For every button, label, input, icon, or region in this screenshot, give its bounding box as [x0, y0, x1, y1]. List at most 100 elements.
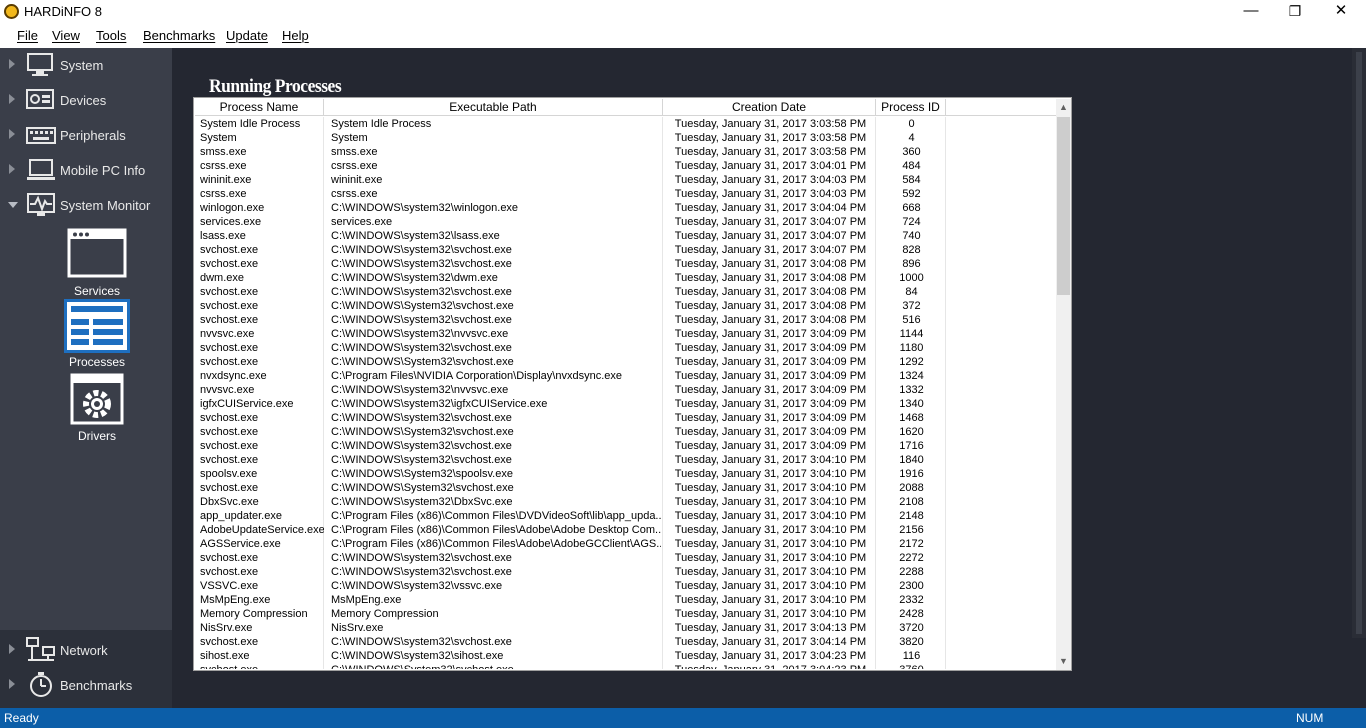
table-cell: 2428: [899, 608, 924, 620]
subitem-drivers[interactable]: Drivers: [0, 373, 172, 445]
table-row[interactable]: svchost.exe C:\WINDOWS\system32\svchost.e…: [195, 439, 1057, 453]
table-cell: 668: [902, 202, 921, 214]
menu-view[interactable]: View: [52, 28, 80, 43]
table-row[interactable]: csrss.exe csrss.exe Tuesday, January 31, 2…: [195, 187, 1057, 201]
table-row[interactable]: DbxSvc.exe C:\WINDOWS\system32\DbxSvc.exe…: [195, 495, 1057, 509]
table-row[interactable]: svchost.exe C:\WINDOWS\System32\svchost.e…: [195, 481, 1057, 495]
menu-update[interactable]: Update: [226, 28, 268, 43]
sidebar-item-system[interactable]: System: [0, 48, 172, 83]
table-cell: C:\WINDOWS\system32\svchost.exe: [331, 552, 512, 564]
table-row[interactable]: svchost.exe C:\WINDOWS\system32\svchost.e…: [195, 313, 1057, 327]
table-row[interactable]: svchost.exe C:\WINDOWS\system32\svchost.e…: [195, 341, 1057, 355]
close-button[interactable]: ✕: [1318, 0, 1364, 24]
table-cell: Tuesday, January 31, 2017 3:04:07 PM: [674, 230, 867, 242]
column-header-process-id[interactable]: Process ID: [876, 99, 946, 116]
column-header-executable-path[interactable]: Executable Path: [324, 99, 663, 116]
sidebar-item-devices[interactable]: Devices: [0, 83, 172, 118]
sidebar-item-label: System: [60, 58, 104, 73]
table-row[interactable]: sihost.exe C:\WINDOWS\system32\sihost.exe…: [195, 649, 1057, 663]
table-row[interactable]: System System Tuesday, January 31, 2017 3:…: [195, 131, 1057, 145]
table-cell: 4: [908, 132, 915, 144]
minimize-button[interactable]: —: [1228, 0, 1274, 24]
table-cell: System: [200, 132, 237, 144]
expand-arrow-icon[interactable]: [9, 129, 15, 139]
table-row[interactable]: svchost.exe C:\WINDOWS\system32\svchost.e…: [195, 635, 1057, 649]
sidebar-item-benchmarks[interactable]: Benchmarks: [0, 668, 172, 703]
sidebar-item-mobile-pc-info[interactable]: Mobile PC Info: [0, 153, 172, 188]
table-cell: Tuesday, January 31, 2017 3:04:09 PM: [674, 440, 867, 452]
expand-arrow-icon[interactable]: [9, 94, 15, 104]
table-row[interactable]: svchost.exe C:\WINDOWS\system32\svchost.e…: [195, 565, 1057, 579]
table-row[interactable]: spoolsv.exe C:\WINDOWS\System32\spoolsv.e…: [195, 467, 1057, 481]
scroll-up-arrow-icon[interactable]: ▲: [1056, 99, 1071, 116]
table-scrollbar[interactable]: ▲ ▼: [1056, 99, 1071, 670]
table-row[interactable]: wininit.exe wininit.exe Tuesday, January 3…: [195, 173, 1057, 187]
table-cell: 1340: [899, 398, 924, 410]
scroll-down-arrow-icon[interactable]: ▼: [1056, 653, 1071, 670]
sidebar-item-system-monitor[interactable]: System Monitor: [0, 188, 172, 223]
table-cell: nvxdsync.exe: [200, 370, 267, 382]
sidebar-bottom: Network Benchmarks: [0, 630, 172, 708]
table-row[interactable]: svchost.exe C:\WINDOWS\system32\svchost.e…: [195, 551, 1057, 565]
sidebar-item-network[interactable]: Network: [0, 633, 172, 668]
table-row[interactable]: AdobeUpdateService.exe C:\Program Files (…: [195, 523, 1057, 537]
table-row[interactable]: nvxdsync.exe C:\Program Files\NVIDIA Corp…: [195, 369, 1057, 383]
table-cell: C:\WINDOWS\System32\svchost.exe: [331, 300, 514, 312]
table-row[interactable]: svchost.exe C:\WINDOWS\system32\svchost.e…: [195, 257, 1057, 271]
subitem-services[interactable]: Services: [0, 228, 172, 300]
table-cell: 516: [902, 314, 921, 326]
column-header-creation-date[interactable]: Creation Date: [663, 99, 876, 116]
table-row[interactable]: csrss.exe csrss.exe Tuesday, January 31, 2…: [195, 159, 1057, 173]
table-row[interactable]: svchost.exe C:\WINDOWS\System32\svchost.e…: [195, 299, 1057, 313]
table-row[interactable]: svchost.exe C:\WINDOWS\System32\svchost.e…: [195, 355, 1057, 369]
content-scrollbar[interactable]: [1352, 48, 1366, 638]
table-row[interactable]: svchost.exe C:\WINDOWS\system32\svchost.e…: [195, 453, 1057, 467]
table-row[interactable]: System Idle Process System Idle Process Tu…: [195, 117, 1057, 131]
table-row[interactable]: app_updater.exe C:\Program Files (x86)\Co…: [195, 509, 1057, 523]
menu-help[interactable]: Help: [282, 28, 309, 43]
table-row[interactable]: NisSrv.exe NisSrv.exe Tuesday, January 31,…: [195, 621, 1057, 635]
table-cell: 1916: [899, 468, 924, 480]
table-row[interactable]: igfxCUIService.exe C:\WINDOWS\system32\ig…: [195, 397, 1057, 411]
table-cell: Tuesday, January 31, 2017 3:04:08 PM: [674, 314, 867, 326]
column-header-process-name[interactable]: Process Name: [195, 99, 324, 116]
menu-tools[interactable]: Tools: [96, 28, 126, 43]
table-row[interactable]: svchost.exe C:\WINDOWS\system32\svchost.e…: [195, 243, 1057, 257]
table-row[interactable]: svchost.exe C:\WINDOWS\System32\svchost.e…: [195, 663, 1057, 669]
table-row[interactable]: nvvsvc.exe C:\WINDOWS\system32\nvvsvc.exe…: [195, 327, 1057, 341]
table-row[interactable]: nvvsvc.exe C:\WINDOWS\system32\nvvsvc.exe…: [195, 383, 1057, 397]
sidebar-item-peripherals[interactable]: Peripherals: [0, 118, 172, 153]
table-cell: C:\WINDOWS\system32\igfxCUIService.exe: [331, 398, 548, 410]
expand-arrow-icon[interactable]: [9, 644, 15, 654]
table-scrollbar-thumb[interactable]: [1057, 117, 1070, 295]
content-scrollbar-thumb[interactable]: [1356, 52, 1362, 634]
table-cell: 2156: [899, 524, 924, 536]
table-row[interactable]: smss.exe smss.exe Tuesday, January 31, 201…: [195, 145, 1057, 159]
expand-arrow-icon[interactable]: [9, 164, 15, 174]
maximize-button[interactable]: ❐: [1272, 0, 1318, 24]
table-row[interactable]: winlogon.exe C:\WINDOWS\system32\winlogon…: [195, 201, 1057, 215]
table-row[interactable]: lsass.exe C:\WINDOWS\system32\lsass.exe Tu…: [195, 229, 1057, 243]
table-cell: Tuesday, January 31, 2017 3:03:58 PM: [674, 132, 867, 144]
subitem-processes[interactable]: Processes: [0, 299, 172, 371]
table-row[interactable]: svchost.exe C:\WINDOWS\system32\svchost.e…: [195, 411, 1057, 425]
table-cell: C:\WINDOWS\system32\dwm.exe: [331, 272, 498, 284]
table-row[interactable]: Memory Compression Memory Compression Tues…: [195, 607, 1057, 621]
table-row[interactable]: MsMpEng.exe MsMpEng.exe Tuesday, January 3…: [195, 593, 1057, 607]
table-cell: svchost.exe: [200, 314, 259, 326]
table-row[interactable]: svchost.exe C:\WINDOWS\System32\svchost.e…: [195, 425, 1057, 439]
table-cell: Tuesday, January 31, 2017 3:04:03 PM: [674, 174, 867, 186]
table-cell: Tuesday, January 31, 2017 3:04:09 PM: [674, 398, 867, 410]
table-cell: sihost.exe: [200, 650, 250, 662]
collapse-arrow-icon[interactable]: [8, 202, 18, 208]
expand-arrow-icon[interactable]: [9, 679, 15, 689]
expand-arrow-icon[interactable]: [9, 59, 15, 69]
table-row[interactable]: dwm.exe C:\WINDOWS\system32\dwm.exe Tuesda…: [195, 271, 1057, 285]
menu-benchmarks[interactable]: Benchmarks: [143, 28, 215, 43]
menu-file[interactable]: File: [17, 28, 38, 43]
table-row[interactable]: svchost.exe C:\WINDOWS\system32\svchost.e…: [195, 285, 1057, 299]
table-row[interactable]: services.exe services.exe Tuesday, January…: [195, 215, 1057, 229]
table-row[interactable]: VSSVC.exe C:\WINDOWS\system32\vssvc.exe Tu…: [195, 579, 1057, 593]
table-cell: Tuesday, January 31, 2017 3:04:09 PM: [674, 412, 867, 424]
table-row[interactable]: AGSService.exe C:\Program Files (x86)\Com…: [195, 537, 1057, 551]
